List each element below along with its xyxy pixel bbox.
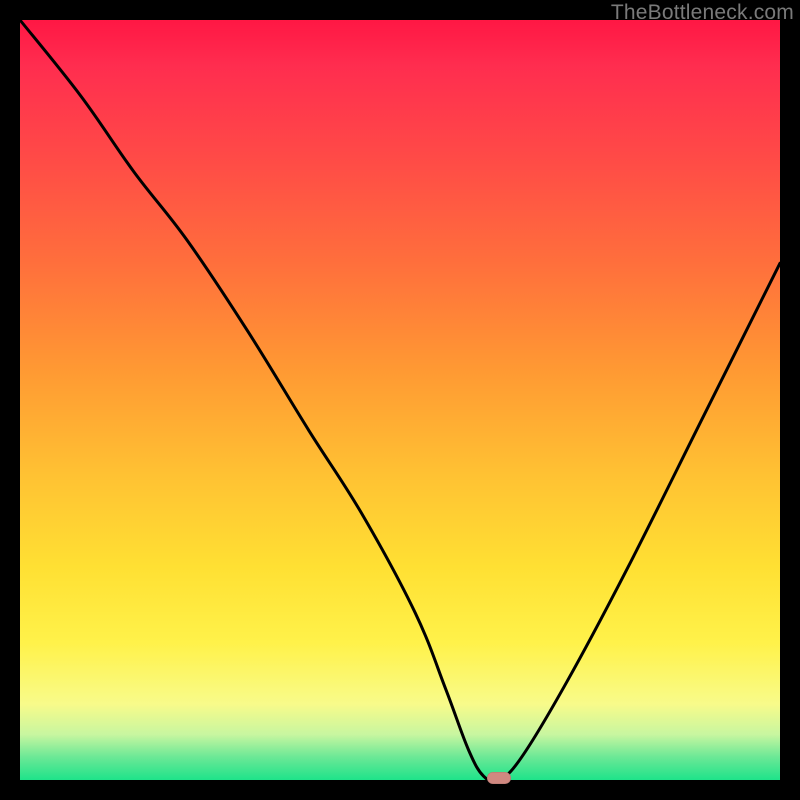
chart-frame: TheBottleneck.com: [0, 0, 800, 800]
bottleneck-curve: [20, 20, 780, 780]
plot-area: [20, 20, 780, 780]
minimum-marker: [487, 772, 511, 784]
